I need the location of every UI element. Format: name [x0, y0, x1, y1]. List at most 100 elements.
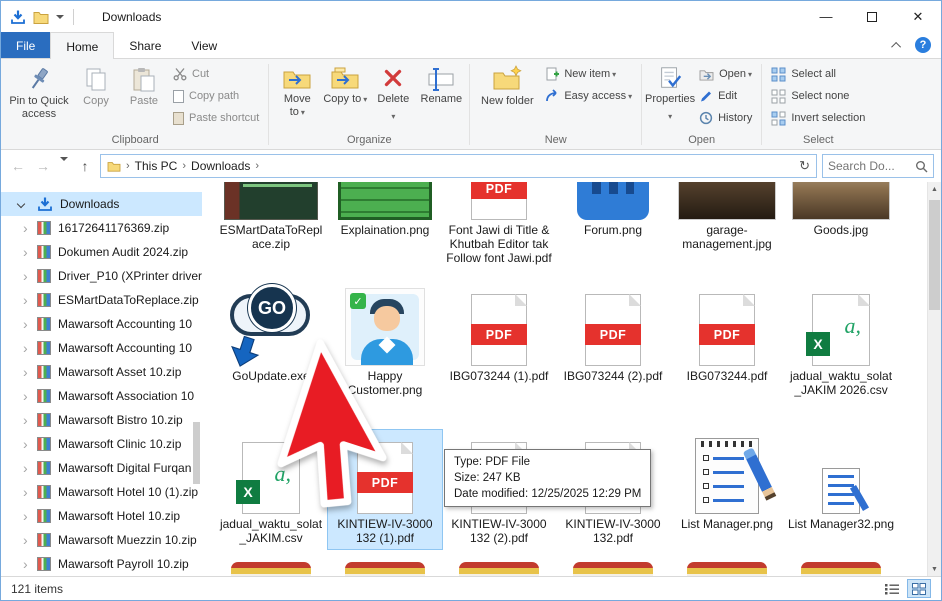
sidebar-item[interactable]: Mawarsoft Bistro 10.zip: [1, 408, 202, 432]
ribbon-group-clipboard: Pin to Quick access Copy Paste Cut: [3, 60, 267, 149]
file-item[interactable]: Goods.jpg: [784, 182, 898, 269]
forward-button[interactable]: →: [33, 158, 53, 174]
chevron-right-icon[interactable]: [23, 461, 28, 475]
pin-to-quick-access-button[interactable]: Pin to Quick access: [6, 62, 72, 122]
sidebar-item[interactable]: Mawarsoft Hotel 10.zip: [1, 504, 202, 528]
easy-access-button[interactable]: Easy access: [540, 85, 637, 107]
file-item[interactable]: a,X jadual_waktu_solat_JAKIM 2026.csv: [784, 282, 898, 401]
sidebar-item[interactable]: ESMartDataToReplace.zip: [1, 288, 202, 312]
file-item[interactable]: PDF IBG073244 (1).pdf: [442, 282, 556, 401]
sidebar-item[interactable]: Mawarsoft Digital Furqan: [1, 456, 202, 480]
tab-share[interactable]: Share: [114, 32, 176, 58]
chevron-right-icon[interactable]: [23, 269, 28, 283]
open-button[interactable]: Open: [694, 63, 757, 85]
file-item[interactable]: Explaination.png: [328, 182, 442, 269]
sidebar-item[interactable]: Dokumen Audit 2024.zip: [1, 240, 202, 264]
file-item[interactable]: [214, 548, 328, 576]
new-folder-button[interactable]: New folder: [474, 62, 540, 109]
chevron-right-icon[interactable]: [23, 509, 28, 523]
sidebar-item[interactable]: Mawarsoft Association 10: [1, 384, 202, 408]
vertical-scrollbar[interactable]: ▲ ▼: [927, 182, 941, 576]
chevron-right-icon[interactable]: [23, 437, 28, 451]
sidebar-item[interactable]: Mawarsoft Accounting 10: [1, 336, 202, 360]
qat-dropdown-icon[interactable]: [56, 15, 64, 19]
file-item[interactable]: garage-management.jpg: [670, 182, 784, 269]
file-item[interactable]: Forum.png: [556, 182, 670, 269]
scrollbar-thumb[interactable]: [929, 200, 940, 310]
file-item[interactable]: PDF Font Jawi di Title & Khutbah Editor …: [442, 182, 556, 269]
file-item[interactable]: PDF IBG073244 (2).pdf: [556, 282, 670, 401]
details-view-button[interactable]: [880, 579, 904, 598]
search-box[interactable]: [822, 154, 934, 178]
breadcrumb-this-pc[interactable]: This PC: [135, 159, 178, 173]
paste-shortcut-button[interactable]: Paste shortcut: [168, 107, 264, 129]
sidebar-item[interactable]: 16172641176369.zip: [1, 216, 202, 240]
select-all-button[interactable]: Select all: [766, 63, 870, 85]
sidebar-item[interactable]: Mawarsoft Payroll 10.zip: [1, 552, 202, 576]
delete-button[interactable]: Delete: [369, 62, 417, 123]
file-item[interactable]: [442, 548, 556, 576]
properties-button[interactable]: Properties: [646, 62, 694, 123]
breadcrumb-downloads[interactable]: Downloads: [191, 159, 250, 173]
chevron-right-icon[interactable]: [23, 533, 28, 547]
chevron-right-icon[interactable]: [23, 413, 28, 427]
sidebar-item[interactable]: Mawarsoft Muezzin 10.zip: [1, 528, 202, 552]
file-item[interactable]: [670, 548, 784, 576]
sidebar-item[interactable]: Mawarsoft Accounting 10: [1, 312, 202, 336]
chevron-right-icon[interactable]: [23, 221, 28, 235]
close-button[interactable]: ✕: [895, 1, 941, 32]
new-item-button[interactable]: New item: [540, 63, 637, 85]
chevron-right-icon[interactable]: [23, 365, 28, 379]
chevron-expanded-icon[interactable]: [17, 200, 25, 208]
cut-button[interactable]: Cut: [168, 63, 264, 85]
copy-to-button[interactable]: Copy to: [321, 62, 369, 107]
file-item[interactable]: [556, 548, 670, 576]
chevron-right-icon[interactable]: [23, 317, 28, 331]
refresh-button[interactable]: ↻: [799, 158, 810, 174]
tab-view[interactable]: View: [176, 32, 232, 58]
file-name: Font Jawi di Title & Khutbah Editor tak …: [445, 223, 553, 265]
sidebar-scrollbar-thumb[interactable]: [193, 422, 200, 484]
file-item[interactable]: List Manager.png: [670, 430, 784, 549]
select-none-button[interactable]: Select none: [766, 85, 870, 107]
chevron-right-icon[interactable]: [23, 557, 28, 571]
chevron-right-icon[interactable]: [23, 341, 28, 355]
file-item[interactable]: [784, 548, 898, 576]
sidebar-item[interactable]: Mawarsoft Hotel 10 (1).zip: [1, 480, 202, 504]
file-item[interactable]: List Manager32.png: [784, 430, 898, 549]
chevron-right-icon[interactable]: [23, 389, 28, 403]
file-item[interactable]: ESMartDataToReplace.zip: [214, 182, 328, 269]
scroll-down-icon[interactable]: ▼: [928, 562, 941, 576]
file-item[interactable]: PDF IBG073244.pdf: [670, 282, 784, 401]
tab-file[interactable]: File: [1, 32, 50, 58]
copy-path-button[interactable]: Copy path: [168, 85, 264, 107]
help-icon[interactable]: ?: [915, 37, 931, 53]
minimize-button[interactable]: —: [803, 1, 849, 32]
file-item[interactable]: [328, 548, 442, 576]
breadcrumb[interactable]: › This PC › Downloads › ↻: [100, 154, 817, 178]
collapse-ribbon-icon[interactable]: [891, 41, 901, 51]
scroll-up-icon[interactable]: ▲: [928, 182, 941, 196]
back-button[interactable]: ←: [8, 158, 28, 174]
thumbnails-view-button[interactable]: [907, 579, 931, 598]
chevron-right-icon[interactable]: [23, 485, 28, 499]
tab-home[interactable]: Home: [50, 32, 114, 59]
up-button[interactable]: ↑: [75, 158, 95, 174]
chevron-right-icon[interactable]: [23, 293, 28, 307]
sidebar-item[interactable]: Mawarsoft Asset 10.zip: [1, 360, 202, 384]
sidebar-item[interactable]: Mawarsoft Clinic 10.zip: [1, 432, 202, 456]
recent-locations-dropdown-icon[interactable]: [58, 161, 70, 171]
maximize-button[interactable]: [849, 1, 895, 32]
invert-selection-button[interactable]: Invert selection: [766, 107, 870, 129]
folder-icon[interactable]: [33, 10, 49, 24]
move-to-button[interactable]: Move to: [273, 62, 321, 120]
rename-button[interactable]: Rename: [417, 62, 465, 107]
edit-button[interactable]: Edit: [694, 85, 757, 107]
chevron-right-icon[interactable]: [23, 245, 28, 259]
search-input[interactable]: [828, 159, 915, 173]
history-button[interactable]: History: [694, 107, 757, 129]
paste-button[interactable]: Paste: [120, 62, 168, 109]
copy-button[interactable]: Copy: [72, 62, 120, 109]
sidebar-item[interactable]: Driver_P10 (XPrinter driver: [1, 264, 202, 288]
sidebar-item-downloads[interactable]: Downloads: [1, 192, 202, 216]
